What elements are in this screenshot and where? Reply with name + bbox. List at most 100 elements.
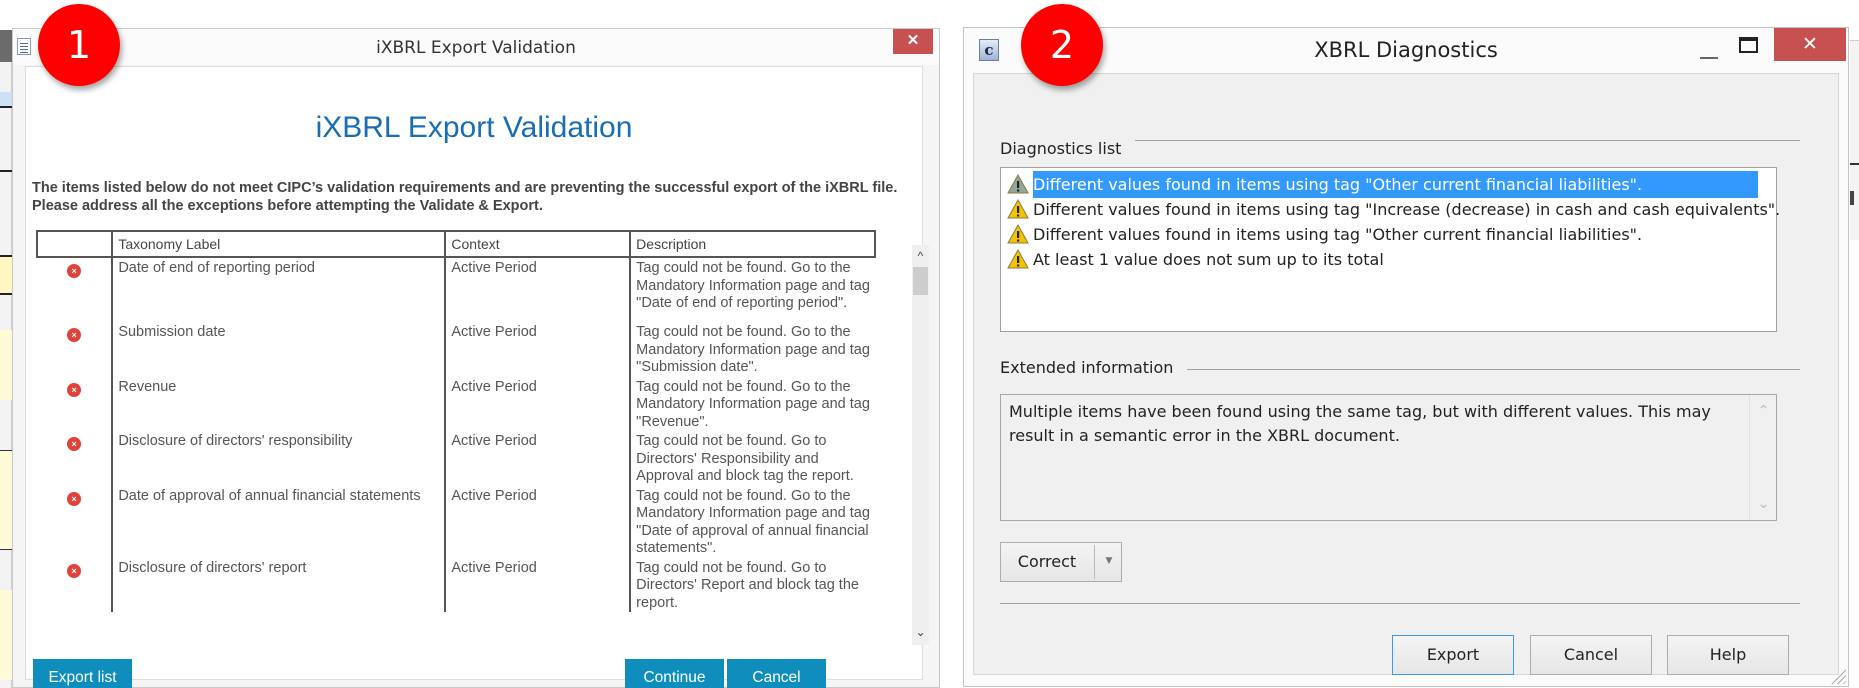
scroll-up-icon[interactable]: ^ xyxy=(912,249,929,263)
background-strip xyxy=(0,590,12,680)
divider xyxy=(1000,603,1800,604)
list-item-text: At least 1 value does not sum up to its … xyxy=(1033,250,1384,269)
warning-icon xyxy=(1007,174,1029,194)
status-cell: × xyxy=(37,257,112,322)
scroll-down-icon[interactable]: ⌄ xyxy=(1750,492,1777,516)
description-cell: Tag could not be found. Go to Directors'… xyxy=(629,557,875,612)
maximize-button[interactable] xyxy=(1733,35,1769,59)
status-cell: × xyxy=(37,377,112,432)
table-row[interactable]: × Revenue Active Period Tag could not be fo… xyxy=(37,376,875,432)
taxonomy-label-cell: Disclosure of directors' responsibility xyxy=(111,431,446,486)
background-strip xyxy=(0,450,12,550)
column-header-status[interactable] xyxy=(36,230,114,258)
background-strip xyxy=(0,255,12,295)
context-cell: Active Period xyxy=(444,557,631,612)
column-header-description[interactable]: Description xyxy=(629,230,876,258)
callout-badge-1: 1 xyxy=(38,4,120,86)
taxonomy-label-cell: Revenue xyxy=(111,376,446,431)
status-cell: × xyxy=(37,322,112,377)
context-cell: Active Period xyxy=(444,322,631,377)
background-strip xyxy=(1850,163,1859,165)
close-button[interactable]: ✕ xyxy=(1774,28,1846,61)
diagnostics-list[interactable]: Different values found in items using ta… xyxy=(1000,167,1780,332)
title-bar[interactable]: iXBRL Export Validation ✕ xyxy=(13,29,939,65)
dialog-content: Diagnostics list Different values found … xyxy=(973,73,1839,675)
help-button[interactable]: Help xyxy=(1667,635,1789,675)
description-cell: Tag could not be found. Go to the Mandat… xyxy=(629,322,875,377)
exceptions-table: Taxonomy Label Context Description × Date… xyxy=(36,230,876,612)
description-cell: Tag could not be found. Go to the Mandat… xyxy=(629,376,875,431)
error-icon: × xyxy=(67,563,82,578)
export-button[interactable]: Export xyxy=(1392,635,1514,675)
callout-badge-2: 2 xyxy=(1021,4,1103,86)
description-cell: Tag could not be found. Go to the Mandat… xyxy=(629,485,875,558)
scroll-down-icon[interactable]: ⌄ xyxy=(912,625,929,639)
window-title: iXBRL Export Validation xyxy=(376,38,576,58)
minimize-button[interactable] xyxy=(1694,48,1730,68)
intro-text: The items listed below do not meet CIPC’… xyxy=(32,180,898,214)
status-cell: × xyxy=(37,558,112,613)
taxonomy-label-cell: Submission date xyxy=(111,322,446,377)
exceptions-grid[interactable]: Taxonomy Label Context Description × Date… xyxy=(36,230,892,637)
divider xyxy=(1094,545,1095,579)
vertical-scrollbar[interactable]: ^ ⌄ xyxy=(912,245,929,645)
warning-icon xyxy=(1007,199,1029,219)
correct-split-button: Correct ▼ xyxy=(1000,542,1122,582)
table-row[interactable]: × Date of end of reporting period Active P… xyxy=(37,257,875,322)
background-strip xyxy=(0,30,12,62)
diagnostics-list-label: Diagnostics list xyxy=(1000,139,1136,158)
continue-button[interactable]: Continue xyxy=(625,659,724,688)
scroll-up-icon[interactable]: ⌃ xyxy=(1750,399,1777,423)
xbrl-diagnostics-window: c XBRL Diagnostics ✕ Diagnostics list Di… xyxy=(963,27,1849,687)
taxonomy-label-cell: Disclosure of directors' report xyxy=(111,557,446,612)
context-cell: Active Period xyxy=(444,485,631,558)
scroll-thumb[interactable] xyxy=(913,267,928,295)
error-icon: × xyxy=(67,328,82,342)
column-header-taxonomy-label[interactable]: Taxonomy Label xyxy=(111,230,447,258)
background-strip xyxy=(0,92,12,108)
page-title: iXBRL Export Validation xyxy=(315,111,633,144)
cancel-button[interactable]: Cancel xyxy=(727,659,826,688)
table-row[interactable]: × Date of approval of annual financial st… xyxy=(37,485,875,558)
close-button[interactable]: ✕ xyxy=(893,29,933,54)
table-row[interactable]: × Submission date Active Period Tag could n… xyxy=(37,322,875,377)
background-strip xyxy=(0,170,12,172)
dialog-content: iXBRL Export Validation The items listed… xyxy=(25,66,929,688)
description-cell: Tag could not be found. Go to the Mandat… xyxy=(629,257,875,322)
cancel-button[interactable]: Cancel xyxy=(1530,635,1652,675)
error-icon: × xyxy=(67,264,82,278)
error-icon: × xyxy=(67,491,82,506)
chevron-down-icon[interactable]: ▼ xyxy=(1096,543,1122,581)
context-cell: Active Period xyxy=(444,376,631,431)
table-header-row: Taxonomy Label Context Description xyxy=(36,230,876,258)
maximize-icon xyxy=(1739,37,1758,53)
extended-info-textbox[interactable]: Multiple items have been found using the… xyxy=(1000,394,1777,521)
minimize-icon xyxy=(1700,57,1718,59)
background-window-left xyxy=(0,30,12,688)
background-window-right xyxy=(1850,40,1859,240)
taxonomy-label-cell: Date of end of reporting period xyxy=(111,257,446,322)
export-list-button[interactable]: Export list xyxy=(33,659,132,688)
taxonomy-label-cell: Date of approval of annual financial sta… xyxy=(111,485,446,558)
status-cell: × xyxy=(37,431,112,486)
context-cell: Active Period xyxy=(444,431,631,486)
background-strip xyxy=(1850,191,1854,205)
warning-icon xyxy=(1007,249,1029,269)
error-icon: × xyxy=(67,382,82,397)
table-row[interactable]: × Disclosure of directors' report Active P… xyxy=(37,557,875,613)
close-icon: ✕ xyxy=(1802,33,1818,55)
vertical-scrollbar[interactable]: ⌃ ⌄ xyxy=(1749,395,1776,520)
close-icon: ✕ xyxy=(906,32,920,49)
error-icon: × xyxy=(67,437,82,451)
warning-icon xyxy=(1007,224,1029,244)
list-item-text: Different values found in items using ta… xyxy=(1033,171,1758,198)
column-header-context[interactable]: Context xyxy=(444,230,632,258)
correct-button[interactable]: Correct xyxy=(1001,543,1093,581)
status-cell: × xyxy=(37,486,112,558)
ixbrl-export-validation-window: iXBRL Export Validation ✕ iXBRL Export V… xyxy=(12,28,940,688)
description-cell: Tag could not be found. Go to Directors'… xyxy=(629,431,875,486)
extended-info-label: Extended information xyxy=(1000,358,1188,377)
extended-info-text: Multiple items have been found using the… xyxy=(1009,402,1711,445)
table-row[interactable]: × Disclosure of directors' responsibility… xyxy=(37,431,875,486)
list-item-text: Different values found in items using ta… xyxy=(1033,225,1643,244)
